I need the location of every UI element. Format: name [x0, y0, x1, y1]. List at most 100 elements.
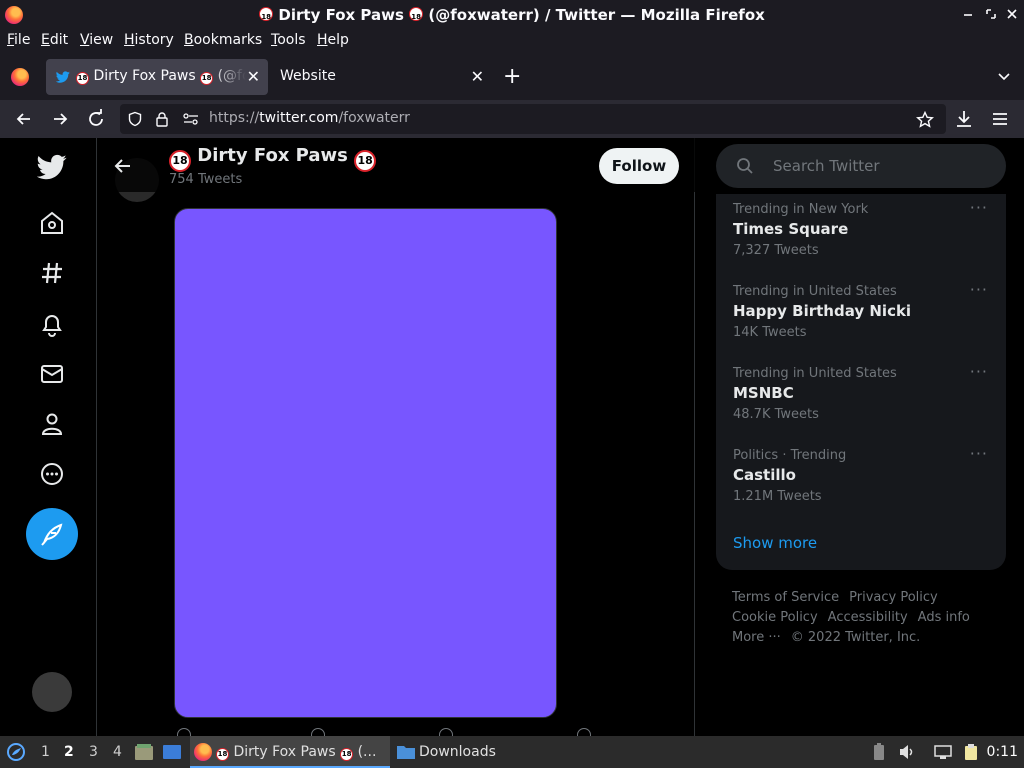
- menu-bookmarks[interactable]: Bookmarks: [184, 32, 262, 48]
- twitter-page: 18 Dirty Fox Paws 18 754 Tweets Follow S…: [0, 138, 1024, 736]
- workspace-3[interactable]: 3: [89, 744, 98, 760]
- close-window-icon[interactable]: [1004, 6, 1020, 22]
- eighteen-badge-icon: 18: [409, 7, 424, 21]
- window-title-suffix: (@foxwaterr) / Twitter — Mozilla Firefox: [428, 6, 765, 24]
- taskbar-firefox-task[interactable]: 18 Dirty Fox Paws 18 (...: [190, 736, 390, 768]
- tweet-action-bar: [177, 728, 597, 736]
- copyright-text: © 2022 Twitter, Inc.: [790, 630, 921, 645]
- back-arrow-icon[interactable]: [113, 156, 133, 176]
- workspace-2[interactable]: 2: [64, 744, 74, 760]
- forward-arrow-icon[interactable]: [49, 108, 71, 130]
- workspace-4[interactable]: 4: [113, 744, 122, 760]
- retweet-icon[interactable]: [311, 728, 325, 736]
- volume-icon[interactable]: [898, 743, 916, 761]
- share-icon[interactable]: [577, 728, 591, 736]
- hamburger-menu-icon[interactable]: [989, 108, 1011, 130]
- messages-envelope-icon[interactable]: [38, 360, 66, 388]
- list-all-tabs-chevron-down-icon[interactable]: [996, 68, 1012, 84]
- firefox-view-icon[interactable]: [11, 68, 29, 86]
- trend-context: Trending in United States: [733, 366, 897, 381]
- menu-file[interactable]: File: [7, 32, 30, 48]
- battery-icon[interactable]: [870, 743, 888, 761]
- more-dots-icon[interactable]: ···: [970, 362, 988, 381]
- trend-item[interactable]: Politics · Trending Castillo 1.21M Tweet…: [716, 440, 1006, 522]
- eighteen-badge-icon: 18: [340, 748, 354, 761]
- maximize-icon[interactable]: [983, 6, 999, 22]
- more-link[interactable]: More ···: [732, 630, 781, 645]
- trend-count: 7,327 Tweets: [733, 243, 819, 258]
- follow-button[interactable]: Follow: [599, 148, 679, 184]
- desktop-taskbar: 1 2 3 4 18 Dirty Fox Paws 18 (... Downlo…: [0, 736, 1024, 768]
- bookmark-star-icon[interactable]: [916, 111, 934, 129]
- terms-link[interactable]: Terms of Service: [732, 590, 839, 605]
- close-tab-icon[interactable]: ✕: [471, 67, 484, 86]
- tab-label: Website: [280, 68, 336, 84]
- trends-panel: Trending in New York Times Square 7,327 …: [716, 194, 1006, 570]
- menu-view[interactable]: View: [80, 32, 113, 48]
- trend-count: 48.7K Tweets: [733, 407, 819, 422]
- home-icon[interactable]: [38, 209, 66, 237]
- close-tab-icon[interactable]: ✕: [247, 67, 260, 86]
- downloads-icon[interactable]: [953, 108, 975, 130]
- menu-history[interactable]: History: [124, 32, 174, 48]
- eighteen-badge-icon: 18: [76, 72, 89, 85]
- more-dots-icon[interactable]: ···: [970, 198, 988, 217]
- search-input[interactable]: Search Twitter: [773, 157, 880, 175]
- url-path: /foxwaterr: [338, 110, 410, 126]
- file-manager-icon[interactable]: [134, 743, 154, 761]
- compose-tweet-button[interactable]: [26, 508, 78, 560]
- folder-icon: [397, 746, 415, 759]
- trend-item[interactable]: Trending in United States MSNBC 48.7K Tw…: [716, 358, 1006, 440]
- taskbar-firefox-label: 18 Dirty Fox Paws 18 (...: [216, 744, 376, 761]
- show-more-link[interactable]: Show more: [733, 534, 817, 552]
- start-menu-icon[interactable]: [6, 742, 26, 762]
- like-icon[interactable]: [439, 728, 453, 736]
- explore-hashtag-icon[interactable]: [38, 259, 66, 287]
- trend-item[interactable]: Trending in New York Times Square 7,327 …: [716, 194, 1006, 276]
- twitter-logo-icon[interactable]: [37, 152, 67, 182]
- eighteen-badge-icon: 18: [169, 150, 191, 172]
- shield-icon[interactable]: [127, 111, 143, 127]
- tweet-media-image[interactable]: [174, 208, 557, 718]
- more-options-circle-icon[interactable]: [38, 460, 66, 488]
- eighteen-badge-icon: 18: [216, 748, 229, 761]
- search-box[interactable]: Search Twitter: [716, 144, 1006, 188]
- accessibility-link[interactable]: Accessibility: [828, 610, 908, 625]
- tab-label-name: Dirty Fox Paws: [93, 68, 196, 84]
- account-avatar[interactable]: [32, 672, 72, 712]
- url-bar[interactable]: https://twitter.com/foxwaterr: [120, 104, 946, 134]
- back-arrow-icon[interactable]: [13, 108, 35, 130]
- cookie-link[interactable]: Cookie Policy: [732, 610, 818, 625]
- url-scheme: https://: [209, 110, 260, 126]
- taskbar-downloads-task[interactable]: Downloads: [392, 736, 512, 768]
- tab-website[interactable]: Website ✕: [272, 59, 492, 95]
- tab-label: 18 Dirty Fox Paws 18 (@foxwaterr) / Twit…: [76, 68, 246, 85]
- privacy-link[interactable]: Privacy Policy: [849, 590, 938, 605]
- permissions-icon[interactable]: [182, 111, 200, 127]
- trend-item[interactable]: Trending in United States Happy Birthday…: [716, 276, 1006, 358]
- workspace-1[interactable]: 1: [41, 744, 50, 760]
- menu-edit[interactable]: Edit: [41, 32, 68, 48]
- eighteen-badge-icon: 18: [200, 72, 214, 85]
- clipboard-icon[interactable]: [962, 743, 980, 761]
- reply-icon[interactable]: [177, 728, 191, 736]
- trend-name: Happy Birthday Nicki: [733, 302, 912, 320]
- tab-twitter[interactable]: 18 Dirty Fox Paws 18 (@foxwaterr) / Twit…: [46, 59, 268, 95]
- profile-person-icon[interactable]: [38, 410, 66, 438]
- network-icon[interactable]: [934, 743, 952, 761]
- reload-icon[interactable]: [85, 108, 107, 130]
- profile-name: 18 Dirty Fox Paws 18: [169, 145, 377, 172]
- more-dots-icon[interactable]: ···: [970, 444, 988, 463]
- menu-help[interactable]: Help: [317, 32, 349, 48]
- tab-label-rest: (@foxwaterr) / Twitter: [217, 68, 246, 84]
- more-dots-icon[interactable]: ···: [970, 280, 988, 299]
- notifications-bell-icon[interactable]: [38, 310, 66, 338]
- ads-info-link[interactable]: Ads info: [918, 610, 970, 625]
- menu-tools[interactable]: Tools: [271, 32, 306, 48]
- trend-count: 14K Tweets: [733, 325, 807, 340]
- new-tab-icon[interactable]: +: [503, 64, 521, 89]
- desktop-icon[interactable]: [162, 743, 182, 761]
- lock-icon[interactable]: [154, 111, 170, 127]
- minimize-icon[interactable]: [960, 6, 976, 22]
- trend-name: Times Square: [733, 220, 849, 238]
